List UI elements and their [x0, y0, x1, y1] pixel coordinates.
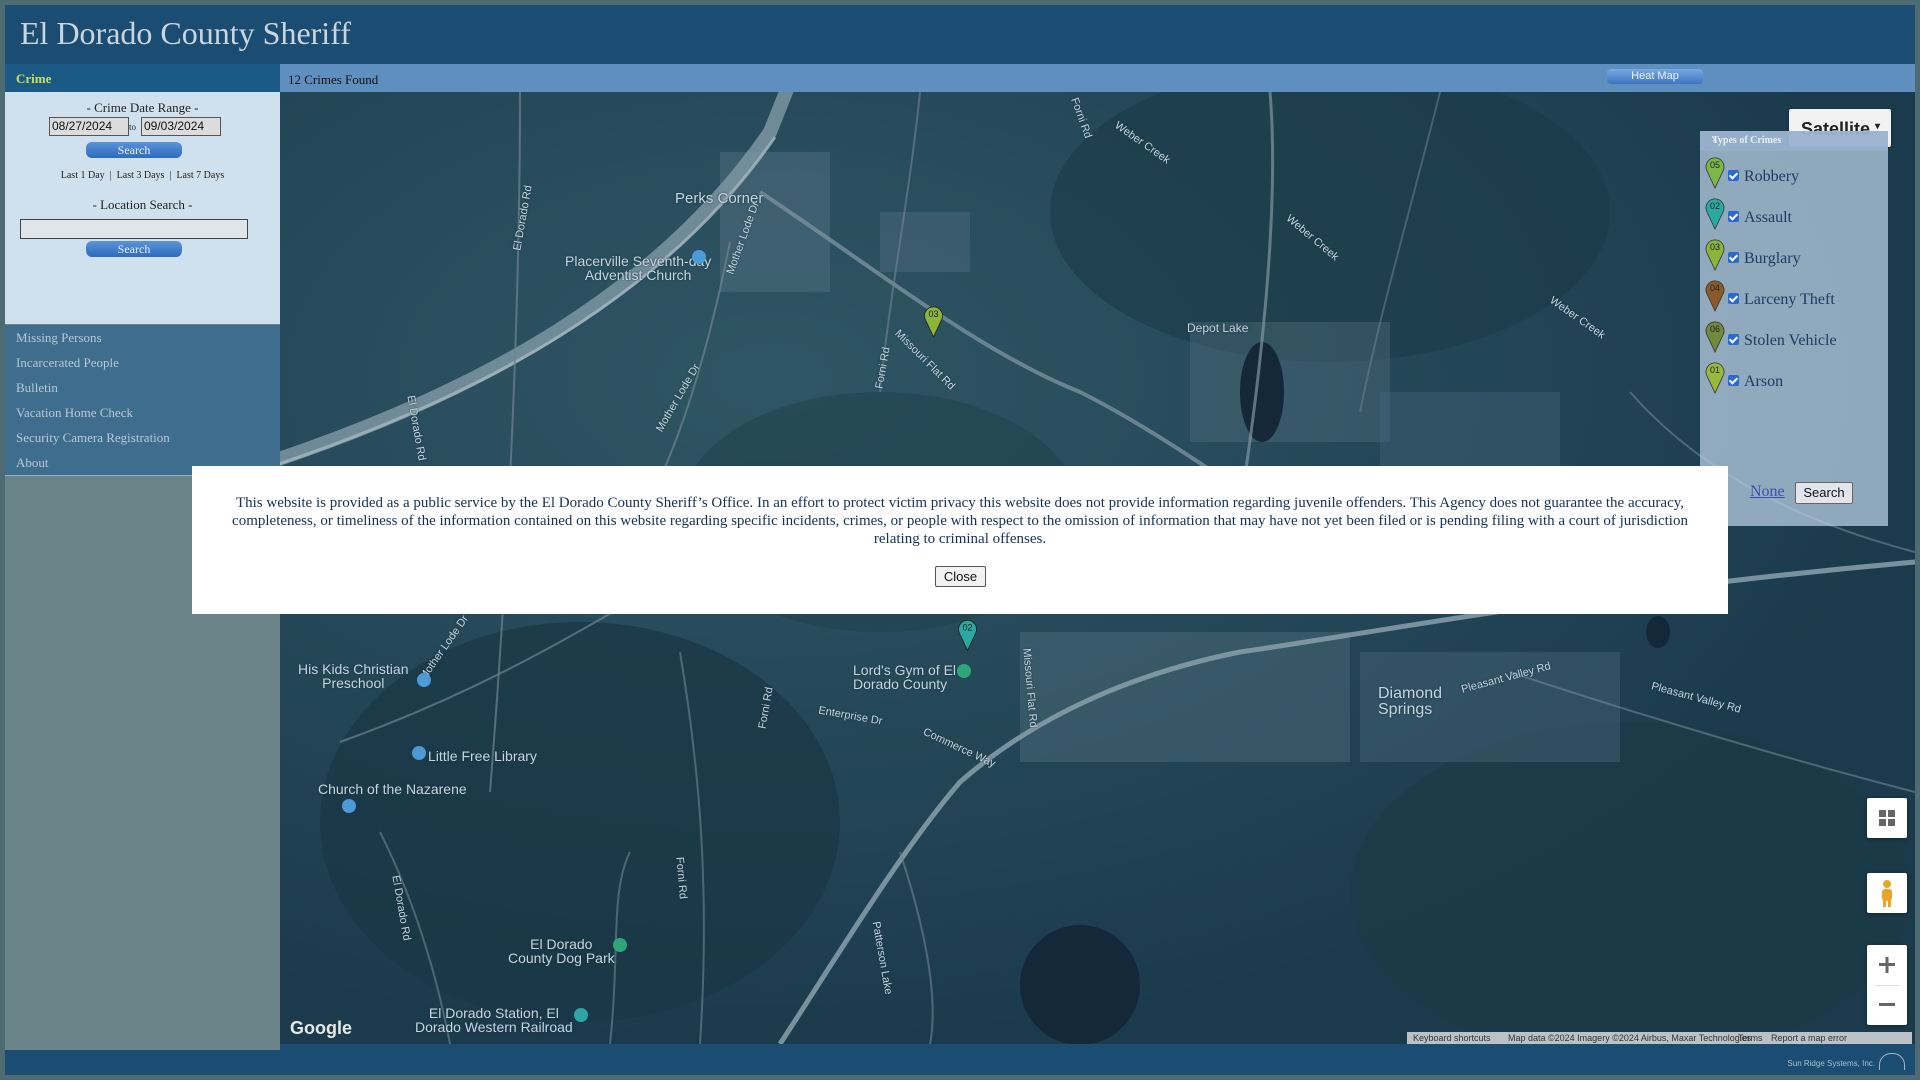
map-pin-icon: 04	[1705, 280, 1725, 312]
minus-icon	[1879, 1003, 1895, 1006]
checkbox[interactable]	[1728, 252, 1739, 263]
nav-incarcerated-people[interactable]: Incarcerated People	[5, 350, 280, 376]
crime-type-label: Assault	[1744, 209, 1792, 226]
crime-count: 12 Crimes Found	[288, 72, 379, 87]
pin-code: 04	[1710, 283, 1720, 293]
grid-icon	[1879, 810, 1895, 826]
checkbox[interactable]	[1728, 170, 1739, 181]
date-to-separator: to	[129, 122, 137, 132]
checkbox[interactable]	[1728, 211, 1739, 222]
report-map-error-link[interactable]: Report a map error	[1771, 1033, 1847, 1043]
nav-missing-persons[interactable]: Missing Persons	[5, 325, 280, 351]
crime-search-panel: - Crime Date Range - 08/27/2024 to 09/03…	[5, 92, 280, 324]
disclaimer-modal: This website is provided as a public ser…	[192, 466, 1728, 614]
crime-type-label: Robbery	[1744, 168, 1800, 185]
plus-icon	[1879, 957, 1895, 973]
crime-type-label: Burglary	[1744, 250, 1801, 267]
pin-code: 01	[1710, 365, 1720, 375]
nav-security-camera-registration[interactable]: Security Camera Registration	[5, 425, 280, 451]
zoom-controls	[1867, 945, 1907, 1025]
nav-bulletin[interactable]: Bulletin	[5, 375, 280, 401]
church-poi-icon-2[interactable]	[342, 799, 356, 813]
map-pin-icon: 01	[1705, 362, 1725, 394]
keyboard-shortcuts-link[interactable]: Keyboard shortcuts	[1413, 1033, 1491, 1043]
pin-code: 05	[1710, 160, 1720, 170]
map-toolbar: 12 Crimes Found Heat Map	[280, 64, 1915, 92]
header: El Dorado County Sheriff	[5, 5, 1915, 64]
terms-link[interactable]: Terms	[1738, 1033, 1763, 1043]
date-from-input[interactable]: 08/27/2024	[49, 117, 129, 136]
crime-type-label: Arson	[1744, 373, 1784, 390]
map-pin-icon: 05	[1705, 157, 1725, 189]
library-poi-icon[interactable]	[412, 746, 426, 760]
school-poi-icon[interactable]	[417, 673, 431, 687]
disclaimer-text: This website is provided as a public ser…	[232, 495, 1688, 547]
zoom-out-button[interactable]	[1867, 985, 1907, 1025]
map-layers-button[interactable]	[1867, 798, 1907, 838]
pegman-icon	[1882, 880, 1892, 907]
crime-types-header: Types of Crimes ×	[1700, 131, 1888, 151]
crime-types-search-button[interactable]: Search	[1795, 482, 1853, 504]
close-icon[interactable]: ×	[1712, 135, 1882, 146]
modal-close-button[interactable]: Close	[935, 566, 986, 587]
footer: Sun Ridge Systems, Inc.	[5, 1050, 1915, 1075]
gym-poi-icon[interactable]	[957, 664, 971, 678]
heat-map-button[interactable]: Heat Map	[1607, 69, 1703, 84]
date-range-label: - Crime Date Range -	[86, 100, 199, 115]
select-none-link[interactable]: None	[1750, 483, 1785, 501]
park-poi-icon[interactable]	[613, 938, 627, 952]
location-search-button[interactable]: Search	[86, 241, 182, 257]
crime-marker[interactable]: 02	[958, 620, 977, 652]
crime-type-larceny-theft: 04 Larceny Theft	[1704, 278, 1884, 312]
crime-type-label: Larceny Theft	[1744, 291, 1835, 308]
nav-vacation-home-check[interactable]: Vacation Home Check	[5, 400, 280, 426]
church-poi-icon[interactable]	[692, 250, 706, 264]
map-pin-icon: 03	[1705, 239, 1725, 271]
quick-range-1-day[interactable]: Last 1 Day	[61, 170, 105, 181]
location-search-label: - Location Search -	[92, 197, 193, 212]
crime-type-robbery: 05 Robbery	[1704, 155, 1884, 189]
checkbox[interactable]	[1728, 293, 1739, 304]
pin-code: 03	[1710, 242, 1720, 252]
marker-code: 02	[963, 622, 973, 632]
quick-range-7-days[interactable]: Last 7 Days	[176, 170, 224, 181]
street-view-pegman-button[interactable]	[1867, 873, 1907, 913]
checkbox[interactable]	[1728, 375, 1739, 386]
marker-code: 03	[929, 309, 939, 319]
museum-poi-icon[interactable]	[574, 1008, 588, 1022]
crime-types-panel: Types of Crimes × 05 Robbery 02 Assault 03 Bu…	[1700, 131, 1888, 526]
crime-marker[interactable]: 03	[924, 306, 943, 338]
checkbox[interactable]	[1728, 334, 1739, 345]
location-search-input[interactable]	[20, 219, 248, 239]
sun-logo-icon	[1879, 1053, 1905, 1070]
google-logo: Google	[290, 1018, 352, 1038]
date-to-input[interactable]: 09/03/2024	[141, 117, 221, 136]
tab-crime-label: Crime	[16, 71, 52, 86]
vendor-credit: Sun Ridge Systems, Inc.	[1787, 1059, 1875, 1068]
map-pin-icon: 06	[1705, 321, 1725, 353]
crime-type-arson: 01 Arson	[1704, 360, 1884, 394]
quick-range-3-days[interactable]: Last 3 Days	[117, 170, 165, 181]
tab-crime[interactable]: Crime	[5, 64, 280, 92]
quick-range-links: Last 1 Day | Last 3 Days | Last 7 Days	[60, 170, 225, 181]
map-pin-icon: 02	[1705, 198, 1725, 230]
site-title: El Dorado County Sheriff	[20, 15, 351, 51]
crime-type-assault: 02 Assault	[1704, 196, 1884, 230]
crime-type-label: Stolen Vehicle	[1744, 332, 1837, 349]
pin-code: 02	[1710, 201, 1720, 211]
crime-type-burglary: 03 Burglary	[1704, 237, 1884, 271]
map-data-attribution: Map data ©2024 Imagery ©2024 Airbus, Max…	[1508, 1033, 1752, 1043]
map-attribution-bar: Keyboard shortcuts Map data ©2024 Imager…	[1407, 1032, 1912, 1044]
crime-type-stolen-vehicle: 06 Stolen Vehicle	[1704, 319, 1884, 353]
zoom-in-button[interactable]	[1867, 945, 1907, 985]
pin-code: 06	[1710, 324, 1720, 334]
date-search-button[interactable]: Search	[86, 142, 182, 158]
